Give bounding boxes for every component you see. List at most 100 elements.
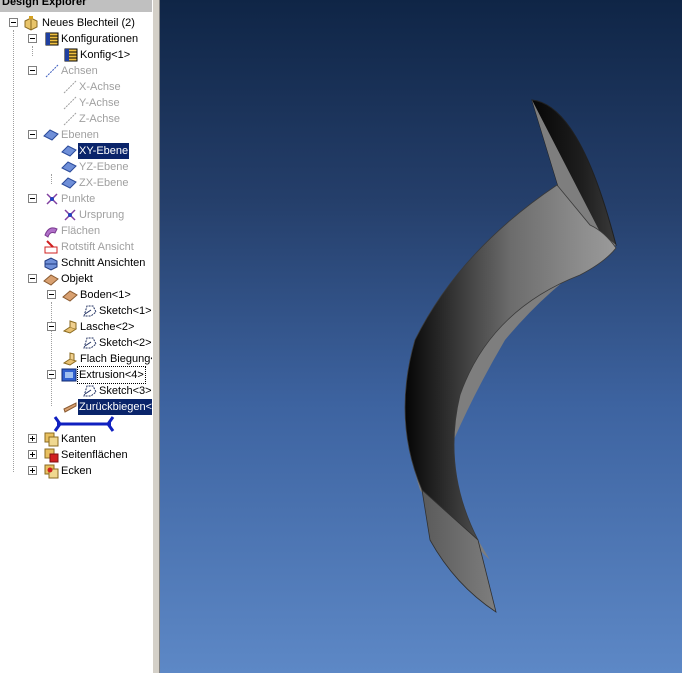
tree-item-label[interactable]: YZ-Ebene [78,159,130,175]
tree-item-surfaces[interactable]: Flächen [0,223,152,239]
collapse-icon[interactable] [28,34,37,43]
tree-item-extrusion[interactable]: Extrusion<4> [0,366,152,384]
tree-item-redline-view[interactable]: Rotstift Ansicht [0,239,152,255]
tree-item-axes[interactable]: Achsen [0,63,152,79]
expand-icon[interactable] [28,434,37,443]
collapse-icon[interactable] [47,290,56,299]
tree-item-label[interactable]: Ursprung [78,207,125,223]
sketch-icon [83,305,97,317]
section-views-icon [44,257,58,271]
tree-item-label[interactable]: Rotstift Ansicht [60,239,135,255]
collapse-icon[interactable] [28,194,37,203]
tree-item-label[interactable]: Kanten [60,431,97,447]
corners-icon [44,464,59,479]
tree-item-origin[interactable]: Ursprung [0,207,152,223]
design-explorer-title: Design Explorer [2,0,87,8]
tree-item-edges[interactable]: Kanten [0,431,152,447]
collapse-icon[interactable] [28,274,37,283]
tree-item-z-axis[interactable]: Z-Achse [0,111,152,127]
curved-strip-body [404,184,617,541]
tree-item-flat-bend[interactable]: Flach Biegung< [0,351,152,367]
surfaces-icon [44,227,58,238]
tree-item-label[interactable]: Konfig<1> [79,47,131,63]
tree-item-label[interactable]: Sketch<3> [98,383,152,399]
tree-item-object[interactable]: Objekt [0,271,152,287]
tree-item-points[interactable]: Punkte [0,191,152,207]
tree-item-y-axis[interactable]: Y-Achse [0,95,152,111]
tree-item-label[interactable]: Lasche<2> [79,319,135,335]
configurations-icon [45,32,59,46]
design-explorer-title-bar: Design Explorer [0,0,152,12]
expand-icon[interactable] [28,466,37,475]
collapse-icon[interactable] [47,322,56,331]
tree-item-label[interactable]: Ecken [60,463,93,479]
tree-item-planes[interactable]: Ebenen [0,127,152,143]
origin-icon [64,209,76,221]
tree-item-config-1[interactable]: Konfig<1> [0,47,152,63]
object-icon [43,274,59,286]
axes-icon [45,64,59,78]
sketch-icon [83,337,97,349]
tree-item-yz-plane[interactable]: YZ-Ebene [0,159,152,175]
tree-item-label[interactable]: XY-Ebene [76,142,131,160]
tree-item-label[interactable]: X-Achse [78,79,122,95]
tab-flange-icon [62,320,78,334]
tree-item-label[interactable]: Konfigurationen [60,31,139,47]
tree-item-label[interactable]: Zurückbiegen< [76,398,152,416]
tree-item-label[interactable]: Y-Achse [78,95,121,111]
tree-item-x-axis[interactable]: X-Achse [0,79,152,95]
tree-item-label[interactable]: Flächen [60,223,101,239]
axis-icon [63,112,77,126]
faces-icon [44,448,59,463]
design-explorer-panel: Design Explorer Neues Blechteil (2) Konf… [0,0,152,673]
axis-icon [63,96,77,110]
collapse-icon[interactable] [28,130,37,139]
tree-item-xy-plane[interactable]: XY-Ebene [0,142,152,160]
tree-item-label[interactable]: Schnitt Ansichten [60,255,146,271]
tree-item-label[interactable]: Punkte [60,191,96,207]
expand-icon[interactable] [28,450,37,459]
collapse-icon[interactable] [47,370,56,379]
base-flange-icon [62,290,78,302]
tree-item-label[interactable]: Flach Biegung< [79,351,152,367]
tree-item-label[interactable]: Sketch<1> [98,303,152,319]
3d-viewport[interactable] [160,0,682,673]
tree-item-unbend[interactable]: Zurückbiegen< [0,398,152,416]
tree-item-section-views[interactable]: Schnitt Ansichten [0,255,152,271]
tree-item-corners[interactable]: Ecken [0,463,152,479]
tree-item-tab-flange[interactable]: Lasche<2> [0,319,152,335]
tree-item-label[interactable]: Seitenflächen [60,447,129,463]
tree-item-label[interactable]: Sketch<2> [98,335,152,351]
collapse-icon[interactable] [28,66,37,75]
tree-item-label[interactable]: ZX-Ebene [78,175,130,191]
plane-icon [61,177,77,189]
tree-item-root[interactable]: Neues Blechteil (2) [0,15,152,31]
tree-item-base-flange[interactable]: Boden<1> [0,287,152,303]
plane-icon [61,161,77,173]
collapse-icon[interactable] [9,18,18,27]
tree-item-zx-plane[interactable]: ZX-Ebene [0,175,152,191]
tree-item-sketch-1[interactable]: Sketch<1> [0,303,152,319]
extrusion-icon [61,368,77,382]
tree-item-label[interactable]: Extrusion<4> [77,366,146,384]
plane-icon [61,145,77,157]
tree-item-label[interactable]: Objekt [60,271,94,287]
sheet-metal-part-icon [24,16,38,31]
sheet-metal-part-model [404,99,617,613]
edges-icon [44,432,59,447]
axis-icon [63,80,77,94]
tree-item-sketch-3[interactable]: Sketch<3> [0,383,152,399]
tree-item-label[interactable]: Z-Achse [78,111,121,127]
panel-splitter[interactable] [152,0,160,673]
tree-item-label[interactable]: Achsen [60,63,99,79]
sketch-icon [83,385,97,397]
tree-item-configurations[interactable]: Konfigurationen [0,31,152,47]
tree-item-label[interactable]: Neues Blechteil (2) [41,15,136,31]
tree-item-label[interactable]: Ebenen [60,127,100,143]
tree-item-label[interactable]: Boden<1> [79,287,132,303]
tree-item-faces[interactable]: Seitenflächen [0,447,152,463]
points-icon [46,193,58,205]
configuration-icon [64,48,78,62]
tree-item-sketch-2[interactable]: Sketch<2> [0,335,152,351]
redline-view-icon [44,240,58,254]
